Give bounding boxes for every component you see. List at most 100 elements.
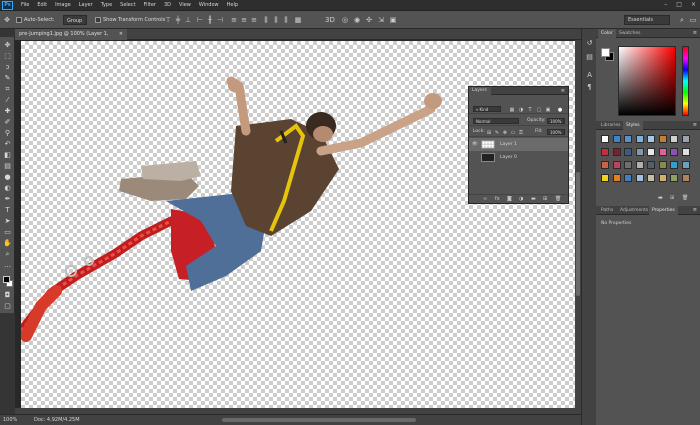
style-swatch[interactable] (601, 174, 609, 182)
filter-shape-icon[interactable]: ▢ (536, 105, 542, 115)
align-left-icon[interactable]: ⊢ (196, 16, 204, 24)
distribute-hcenter-icon[interactable]: ⫼ (272, 16, 280, 24)
distribute-right-icon[interactable]: ⫼ (282, 16, 290, 24)
filter-kind-select[interactable]: ⌕ Kind (473, 106, 501, 112)
tab-swatches[interactable]: Swatches (616, 29, 644, 38)
quick-mask-icon[interactable]: ◘ (3, 291, 12, 300)
brush-tool-icon[interactable]: ✐ (3, 118, 12, 127)
style-swatch[interactable] (635, 148, 644, 156)
3d-roll-icon[interactable]: ◉ (353, 16, 361, 24)
style-swatch[interactable] (612, 135, 621, 143)
move-tool-preset-icon[interactable]: ✥ (3, 16, 11, 24)
zoom-level-field[interactable]: 100% (3, 417, 17, 423)
properties-panel-menu-icon[interactable]: ≡ (693, 206, 697, 215)
crop-tool-icon[interactable]: ⌗ (3, 85, 12, 94)
path-selection-tool-icon[interactable]: ➤ (3, 217, 12, 226)
layer-style-icon[interactable]: fx (495, 196, 500, 202)
lock-transparent-icon[interactable]: ⊞ (486, 128, 492, 138)
vertical-scroll-thumb[interactable] (576, 172, 580, 296)
add-mask-icon[interactable]: ◙ (507, 196, 512, 202)
align-hcenter-icon[interactable]: ╫ (206, 16, 214, 24)
workspace-options-icon[interactable]: ▭ (689, 16, 697, 24)
style-swatch[interactable] (670, 174, 678, 182)
menu-filter[interactable]: Filter (144, 2, 156, 8)
new-style-icon[interactable]: ⊞ (670, 195, 674, 201)
rectangle-tool-icon[interactable]: ▭ (3, 228, 12, 237)
color-spectrum-field[interactable] (618, 46, 676, 116)
menu-view[interactable]: View (179, 2, 191, 8)
3d-scale-icon[interactable]: ▣ (389, 16, 397, 24)
distribute-bottom-icon[interactable]: ≡ (250, 16, 258, 24)
styles-folder-icon[interactable]: ▬ (658, 195, 663, 201)
align-vcenter-icon[interactable]: ╪ (174, 16, 182, 24)
horizontal-scroll-thumb[interactable] (222, 418, 416, 422)
tab-adjustments[interactable]: Adjustments (617, 206, 651, 215)
align-right-icon[interactable]: ⊣ (216, 16, 224, 24)
style-swatch[interactable] (658, 148, 667, 156)
delete-style-icon[interactable]: 🗑 (682, 195, 688, 201)
style-swatch[interactable] (670, 161, 678, 169)
close-window-button[interactable]: × (691, 1, 696, 8)
distribute-top-icon[interactable]: ≡ (230, 16, 238, 24)
pen-tool-icon[interactable]: ✒ (3, 195, 12, 204)
style-swatch[interactable] (624, 135, 632, 143)
style-swatch[interactable] (635, 174, 644, 182)
layer-row-layer-1[interactable]: 👁 Layer 1 (469, 138, 568, 151)
lasso-tool-icon[interactable]: ↄ (3, 63, 12, 72)
lock-artboard-icon[interactable]: ▭ (510, 128, 516, 138)
tab-color[interactable]: Color (598, 29, 616, 38)
style-swatch[interactable] (601, 161, 609, 169)
blur-tool-icon[interactable]: ● (3, 173, 12, 182)
adjustment-layer-icon[interactable]: ◑ (519, 196, 523, 202)
tab-styles[interactable]: Styles (623, 121, 643, 130)
3d-slide-icon[interactable]: ⇲ (377, 16, 385, 24)
filter-toggle-icon[interactable]: ● (557, 105, 563, 115)
auto-align-icon[interactable]: ▦ (294, 16, 302, 24)
fill-field[interactable]: 100% (547, 129, 565, 135)
gradient-tool-icon[interactable]: ▤ (3, 162, 12, 171)
menu-image[interactable]: Image (55, 2, 71, 8)
style-swatch[interactable] (647, 161, 655, 169)
layers-menu-icon[interactable]: ≡ (561, 87, 565, 95)
move-tool-icon[interactable]: ✥ (3, 41, 12, 50)
lock-all-icon[interactable]: ⚿ (518, 128, 524, 138)
delete-layer-icon[interactable]: 🗑 (555, 196, 561, 202)
distribute-left-icon[interactable]: ⫼ (262, 16, 270, 24)
tab-libraries[interactable]: Libraries (598, 121, 623, 130)
style-swatch[interactable] (612, 161, 621, 169)
align-top-icon[interactable]: ⊤ (164, 16, 172, 24)
foreground-color-swatch[interactable] (3, 276, 10, 283)
workspace-select[interactable]: Essentials (624, 15, 670, 25)
style-swatch[interactable] (681, 174, 690, 182)
menu-layer[interactable]: Layer (79, 2, 93, 8)
style-swatch[interactable] (658, 161, 667, 169)
style-swatch[interactable] (647, 135, 655, 143)
minimize-button[interactable]: – (664, 1, 667, 8)
auto-select-checkbox[interactable]: Auto-Select: (16, 15, 55, 25)
distribute-vcenter-icon[interactable]: ≡ (240, 16, 248, 24)
menu-type[interactable]: Type (101, 2, 112, 8)
filter-type-icon[interactable]: T (527, 105, 533, 115)
menu-select[interactable]: Select (120, 2, 135, 8)
style-swatch[interactable] (658, 174, 667, 182)
clone-stamp-tool-icon[interactable]: ⚲ (3, 129, 12, 138)
style-swatch[interactable] (681, 148, 690, 156)
marquee-tool-icon[interactable]: ⬚ (3, 52, 12, 61)
style-swatch[interactable] (670, 135, 678, 143)
layers-tab[interactable]: Layers (469, 87, 491, 95)
hue-slider[interactable] (682, 46, 689, 116)
quick-select-tool-icon[interactable]: ✎ (3, 74, 12, 83)
style-swatch[interactable] (601, 148, 609, 156)
link-layers-icon[interactable]: ∞ (483, 196, 487, 202)
paragraph-panel-icon[interactable]: ¶ (585, 83, 594, 92)
filter-smart-object-icon[interactable]: ▣ (545, 105, 551, 115)
healing-brush-tool-icon[interactable]: ✚ (3, 107, 12, 116)
history-panel-icon[interactable]: ↺ (585, 39, 594, 48)
menu-window[interactable]: Window (199, 2, 219, 8)
eyedropper-tool-icon[interactable]: ⁄ (3, 96, 12, 105)
3d-pan-icon[interactable]: ✣ (365, 16, 373, 24)
new-layer-icon[interactable]: ⊞ (543, 196, 547, 202)
opacity-field[interactable]: 100% (547, 118, 565, 124)
style-swatch[interactable] (612, 148, 621, 156)
eraser-tool-icon[interactable]: ◧ (3, 151, 12, 160)
